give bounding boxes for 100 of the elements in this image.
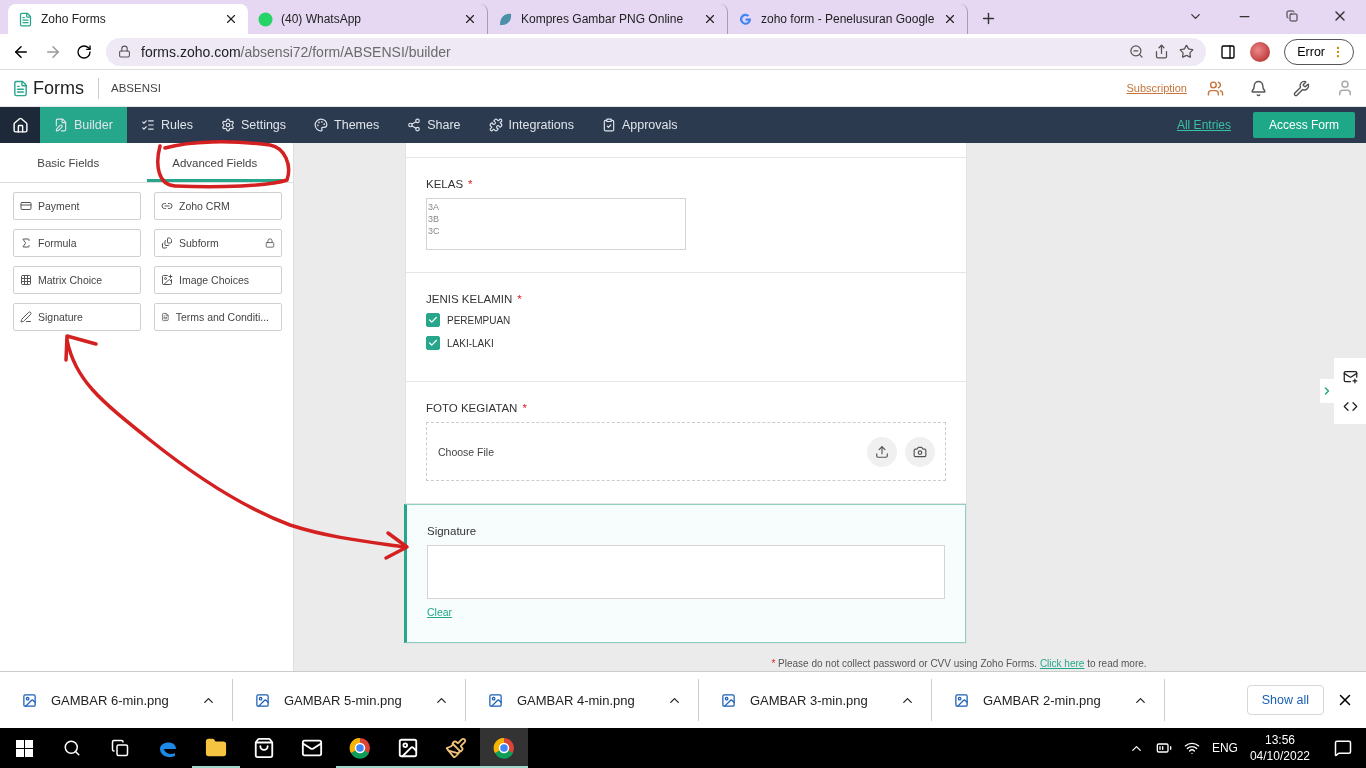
clock[interactable]: 13:56 04/10/2022 [1249,732,1310,764]
mail-icon [301,737,323,759]
home-button[interactable] [0,107,40,143]
reload-icon[interactable] [76,43,92,60]
field-label: KELAS [426,178,464,190]
battery-icon[interactable] [1155,740,1172,756]
star-icon[interactable] [1179,44,1195,59]
url-path: /absensi72/form/ABSENSI/builder [240,43,451,60]
list-box[interactable]: 3A 3B 3C [426,198,686,250]
zoom-icon[interactable] [1129,44,1145,59]
nav-tab[interactable]: Approvals [587,107,692,143]
expand-button[interactable] [1320,379,1334,403]
download-item[interactable]: GAMBAR 4-min.png [466,679,699,721]
checkbox[interactable] [426,336,440,350]
checkbox[interactable] [426,313,440,327]
address-bar[interactable]: forms.zoho.com/absensi72/form/ABSENSI/builder [106,37,1207,66]
field-label: Signature [427,525,477,537]
field-type-button[interactable]: Zoho CRM [154,192,282,220]
nav-tab[interactable]: Settings [206,107,301,143]
avatar-icon[interactable] [1250,41,1271,62]
link-icon [161,200,173,212]
google-icon [738,11,753,27]
camera-icon [913,444,927,459]
field-label: FOTO KEGIATAN [426,402,518,414]
field-label: JENIS KELAMIN [426,293,513,305]
checkbox-label: LAKI-LAKI [447,337,494,349]
field-type-button[interactable]: Formula [13,229,141,257]
file-drop-zone[interactable]: Choose File [426,422,946,481]
close-icon[interactable] [943,12,957,26]
paint-icon [445,737,467,759]
lock-icon [118,45,131,58]
show-all-button[interactable]: Show all [1246,685,1324,715]
close-icon[interactable] [224,12,238,26]
download-item[interactable]: GAMBAR 3-min.png [699,679,932,721]
list-option[interactable]: 3C [428,225,684,237]
nav-tab[interactable]: Rules [126,107,207,143]
notification-icon[interactable] [1334,739,1352,757]
download-item[interactable]: GAMBAR 6-min.png [0,679,233,721]
field-type-button[interactable]: Terms and Conditi... [154,303,282,331]
windows-icon [15,739,33,757]
bell-icon[interactable] [1250,79,1267,97]
restore-icon[interactable] [1286,10,1298,22]
upload-icon [875,444,889,459]
new-tab-icon[interactable] [980,10,997,27]
document-icon [161,311,170,323]
search-icon [63,739,81,757]
formula-icon [20,237,32,249]
browser-tab[interactable]: Zoho Forms [8,4,248,34]
subscription-link[interactable]: Subscription [1126,82,1187,94]
profile-button[interactable]: Error [1284,38,1354,65]
side-panel-icon[interactable] [1220,43,1237,60]
close-icon[interactable] [703,12,717,26]
share-icon[interactable] [1154,44,1170,59]
list-icon [140,118,155,132]
upload-button[interactable] [867,436,897,467]
checkbox-label: PEREMPUAN [447,314,511,326]
document-icon [161,237,173,249]
download-item[interactable]: GAMBAR 5-min.png [233,679,466,721]
nav-tab[interactable]: Themes [300,107,394,143]
shopping-bag-icon [253,737,275,759]
image-file-icon [22,692,37,708]
privacy-note: * Please do not collect password or CVV using Zoho Forms. Click here to read more. [770,658,1148,669]
camera-button[interactable] [905,436,935,467]
browser-icon [349,737,371,759]
required-mark: * [468,178,473,190]
list-option[interactable]: 3B [428,213,684,225]
url-host: forms.zoho.com [141,43,241,60]
field-type-button[interactable]: Image Choices [154,266,282,294]
users-icon[interactable] [1207,79,1224,97]
close-icon[interactable] [463,12,477,26]
chat-icon [258,11,273,27]
file-name: GAMBAR 2-min.png [983,692,1101,708]
wifi-icon[interactable] [1183,740,1200,756]
nav-tab[interactable]: Integrations [474,107,588,143]
list-option[interactable]: 3A [428,201,684,213]
file-name: GAMBAR 4-min.png [517,692,635,708]
field-type-button[interactable]: Signature [13,303,141,331]
check-icon [428,315,438,325]
image-icon [161,274,173,286]
settings-icon[interactable] [1293,79,1310,97]
nav-tab[interactable]: Share [393,107,475,143]
tab-title: Kompres Gambar PNG Online [521,12,685,26]
all-entries-link[interactable]: All Entries [1176,118,1231,132]
task-view-icon [111,739,129,757]
file-name: GAMBAR 6-min.png [51,692,169,708]
card-icon [20,200,32,212]
field-type-button[interactable]: Payment [13,192,141,220]
required-mark: * [522,402,527,414]
download-item[interactable]: GAMBAR 2-min.png [932,679,1165,721]
settings-icon [220,118,235,132]
pen-icon [20,311,32,323]
image-file-icon [721,692,736,708]
check-icon [428,338,438,348]
taskbar-app[interactable] [480,728,528,768]
field-type-button[interactable]: Subform [154,229,282,257]
language-indicator[interactable]: ENG [1211,741,1238,755]
field-type-button[interactable]: Matrix Choice [13,266,141,294]
forms-logo[interactable]: Forms [12,77,99,99]
file-name: GAMBAR 3-min.png [750,692,868,708]
home-icon [11,116,29,134]
